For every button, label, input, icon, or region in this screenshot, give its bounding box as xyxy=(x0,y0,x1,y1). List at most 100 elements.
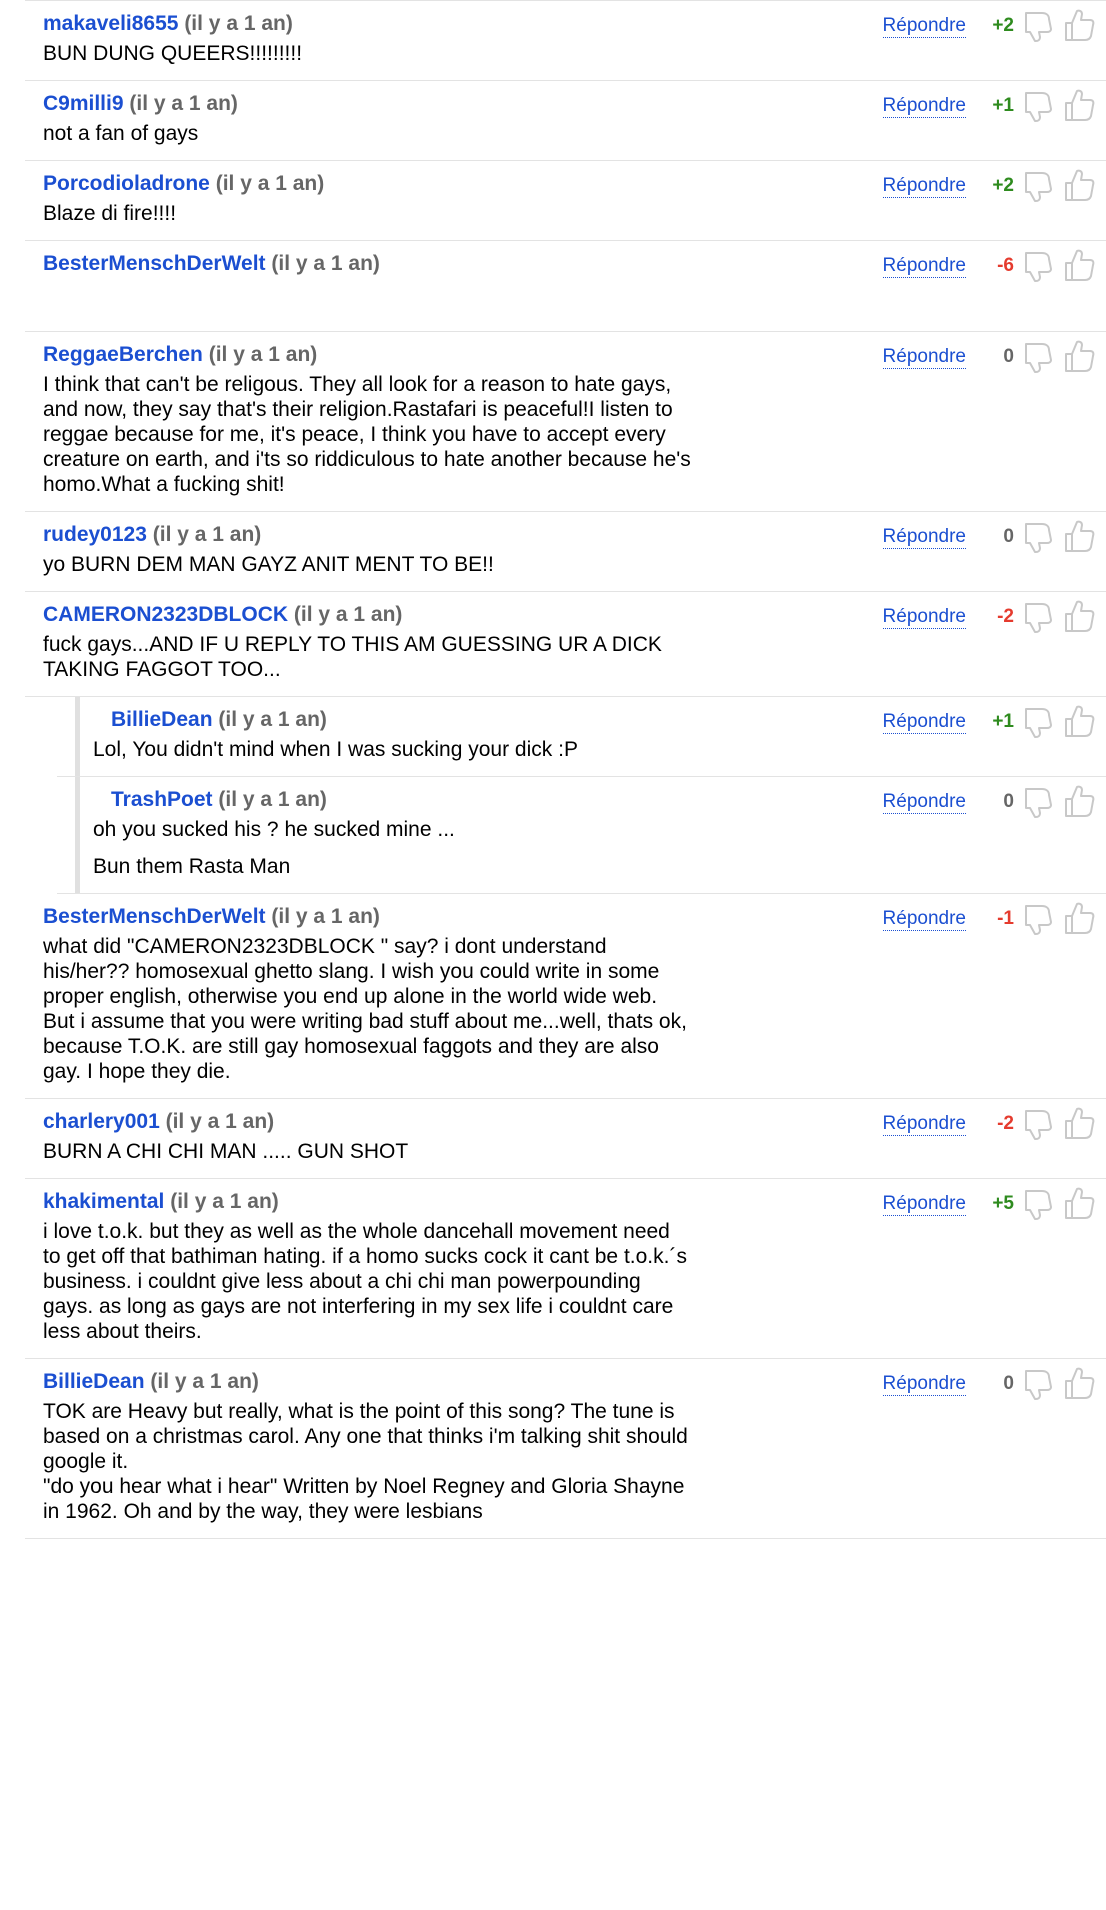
comment-author[interactable]: CAMERON2323DBLOCK (il y a 1 an) xyxy=(43,596,402,634)
reply-button[interactable]: Répondre xyxy=(882,15,966,38)
thumbs-up-icon[interactable] xyxy=(1062,518,1096,554)
comment-author[interactable]: BillieDean (il y a 1 an) xyxy=(111,701,327,739)
author-name[interactable]: charlery001 xyxy=(43,1110,160,1133)
comment-score: -2 xyxy=(997,606,1014,627)
thumbs-down-icon[interactable] xyxy=(1020,705,1056,739)
comment-time: (il y a 1 an) xyxy=(218,708,327,731)
comment-time: (il y a 1 an) xyxy=(293,603,403,626)
author-name[interactable]: CAMERON2323DBLOCK xyxy=(43,603,288,626)
author-name[interactable]: C9milli9 xyxy=(43,92,124,115)
thumbs-up-icon[interactable] xyxy=(1062,1185,1096,1221)
comment-inner: rudey0123 (il y a 1 an) yo BURN DEM MAN … xyxy=(43,512,1106,591)
thumbs-down-icon[interactable] xyxy=(1020,1107,1056,1141)
thumbs-up-icon[interactable] xyxy=(1062,598,1096,634)
comment-score: +1 xyxy=(992,95,1014,116)
thumbs-down-icon[interactable] xyxy=(1020,1187,1056,1221)
author-name[interactable]: TrashPoet xyxy=(111,788,213,811)
thumbs-up-icon[interactable] xyxy=(1062,1105,1096,1141)
comment-text: yo BURN DEM MAN GAYZ ANIT MENT TO BE!! xyxy=(43,553,494,576)
comment-author[interactable]: makaveli8655 (il y a 1 an) xyxy=(43,5,293,43)
thumbs-down-icon[interactable] xyxy=(1020,785,1056,819)
author-name[interactable]: ReggaeBerchen xyxy=(43,343,203,366)
comment-8: TrashPoet (il y a 1 an) oh you sucked hi… xyxy=(57,777,1106,894)
comment-score: 0 xyxy=(1003,346,1014,367)
comment-text: Lol, You didn't mind when I was sucking … xyxy=(93,738,578,761)
author-name[interactable]: BesterMenschDerWelt xyxy=(43,905,266,928)
thumbs-down-icon[interactable] xyxy=(1020,9,1056,43)
author-name[interactable]: BillieDean xyxy=(111,708,213,731)
thumbs-up-icon[interactable] xyxy=(1062,783,1096,819)
reply-button[interactable]: Répondre xyxy=(882,711,966,734)
comment-author[interactable]: Porcodioladrone (il y a 1 an) xyxy=(43,165,324,203)
reply-button[interactable]: Répondre xyxy=(882,908,966,931)
thumbs-down-icon[interactable] xyxy=(1020,249,1056,283)
comment-score: +2 xyxy=(992,15,1014,36)
comment-author[interactable]: rudey0123 (il y a 1 an) xyxy=(43,516,261,554)
comment-score: +2 xyxy=(992,175,1014,196)
comment-inner: Porcodioladrone (il y a 1 an) Blaze di f… xyxy=(43,161,1106,240)
thumbs-down-icon[interactable] xyxy=(1020,520,1056,554)
comment-body: what did "CAMERON2323DBLOCK " say? i don… xyxy=(43,932,693,1098)
thumbs-down-icon[interactable] xyxy=(1020,89,1056,123)
thumbs-down-icon[interactable] xyxy=(1020,340,1056,374)
thumbs-up-icon[interactable] xyxy=(1062,7,1096,43)
reply-button[interactable]: Répondre xyxy=(882,791,966,814)
reply-button[interactable]: Répondre xyxy=(882,95,966,118)
thumbs-up-icon[interactable] xyxy=(1062,900,1096,936)
author-name[interactable]: khakimental xyxy=(43,1190,164,1213)
comment-author[interactable]: charlery001 (il y a 1 an) xyxy=(43,1103,274,1141)
comment-text: TOK are Heavy but really, what is the po… xyxy=(43,1400,688,1523)
comment-body: TOK are Heavy but really, what is the po… xyxy=(43,1397,693,1538)
thumbs-down-icon[interactable] xyxy=(1020,1367,1056,1401)
thumbs-up-icon[interactable] xyxy=(1062,167,1096,203)
reply-button[interactable]: Répondre xyxy=(882,526,966,549)
thumbs-up-icon[interactable] xyxy=(1062,338,1096,374)
reply-button[interactable]: Répondre xyxy=(882,255,966,278)
comment-author[interactable]: BillieDean (il y a 1 an) xyxy=(43,1363,259,1401)
comment-text: fuck gays...AND IF U REPLY TO THIS AM GU… xyxy=(43,633,662,681)
reply-button[interactable]: Répondre xyxy=(882,346,966,369)
author-name[interactable]: rudey0123 xyxy=(43,523,147,546)
comment-body: Blaze di fire!!!! xyxy=(43,199,693,240)
comment-7: BillieDean (il y a 1 an) Lol, You didn't… xyxy=(57,697,1106,777)
thumbs-down-icon[interactable] xyxy=(1020,902,1056,936)
thumbs-up-icon[interactable] xyxy=(1062,247,1096,283)
comment-12: BillieDean (il y a 1 an) TOK are Heavy b… xyxy=(25,1359,1106,1539)
comment-score: -2 xyxy=(997,1113,1014,1134)
reply-button[interactable]: Répondre xyxy=(882,1373,966,1396)
reply-button[interactable]: Répondre xyxy=(882,1113,966,1136)
comment-author[interactable]: BesterMenschDerWelt (il y a 1 an) xyxy=(43,898,380,936)
comment-2: Porcodioladrone (il y a 1 an) Blaze di f… xyxy=(25,161,1106,241)
comment-time: (il y a 1 an) xyxy=(208,343,318,366)
comment-author[interactable]: ReggaeBerchen (il y a 1 an) xyxy=(43,336,317,374)
comment-author[interactable]: khakimental (il y a 1 an) xyxy=(43,1183,279,1221)
comment-time: (il y a 1 an) xyxy=(152,523,262,546)
comment-author[interactable]: BesterMenschDerWelt (il y a 1 an) xyxy=(43,245,380,283)
thumbs-up-icon[interactable] xyxy=(1062,87,1096,123)
comment-author[interactable]: TrashPoet (il y a 1 an) xyxy=(111,781,327,819)
reply-button[interactable]: Répondre xyxy=(882,606,966,629)
reply-button[interactable]: Répondre xyxy=(882,175,966,198)
comment-text: I think that can't be religous. They all… xyxy=(43,373,691,496)
comment-list: makaveli8655 (il y a 1 an) BUN DUNG QUEE… xyxy=(0,0,1106,1539)
comment-author[interactable]: C9milli9 (il y a 1 an) xyxy=(43,85,238,123)
comment-score: 0 xyxy=(1003,791,1014,812)
thumbs-up-icon[interactable] xyxy=(1062,1365,1096,1401)
thumbs-down-icon[interactable] xyxy=(1020,600,1056,634)
comment-time: (il y a 1 an) xyxy=(170,1190,279,1213)
comment-text: not a fan of gays xyxy=(43,122,199,145)
comment-9: BesterMenschDerWelt (il y a 1 an) what d… xyxy=(25,894,1106,1099)
comment-score: -1 xyxy=(997,908,1014,929)
comment-text: i love t.o.k. but they as well as the wh… xyxy=(43,1220,687,1343)
author-name[interactable]: makaveli8655 xyxy=(43,12,178,35)
comment-score: -6 xyxy=(997,255,1014,276)
comment-inner: makaveli8655 (il y a 1 an) BUN DUNG QUEE… xyxy=(43,1,1106,80)
author-name[interactable]: Porcodioladrone xyxy=(43,172,210,195)
comment-time: (il y a 1 an) xyxy=(215,172,325,195)
thumbs-down-icon[interactable] xyxy=(1020,169,1056,203)
thumbs-up-icon[interactable] xyxy=(1062,703,1096,739)
comment-time: (il y a 1 an) xyxy=(218,788,327,811)
author-name[interactable]: BillieDean xyxy=(43,1370,145,1393)
author-name[interactable]: BesterMenschDerWelt xyxy=(43,252,266,275)
reply-button[interactable]: Répondre xyxy=(882,1193,966,1216)
